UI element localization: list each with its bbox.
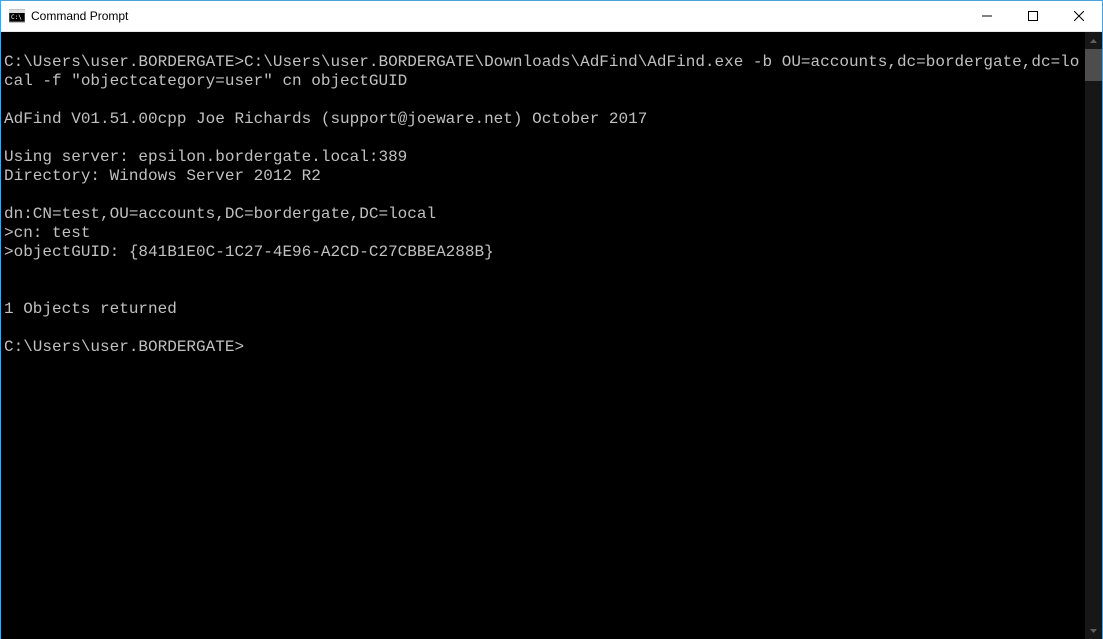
terminal-line xyxy=(4,34,1085,53)
svg-text:C:\: C:\ xyxy=(11,14,22,21)
titlebar[interactable]: C:\ Command Prompt xyxy=(1,1,1102,32)
terminal-line: AdFind V01.51.00cpp Joe Richards (suppor… xyxy=(4,110,1085,129)
window-controls xyxy=(964,1,1102,31)
terminal-line xyxy=(4,262,1085,281)
terminal-area: C:\Users\user.BORDERGATE>C:\Users\user.B… xyxy=(1,32,1102,639)
terminal-line: 1 Objects returned xyxy=(4,300,1085,319)
terminal-line: C:\Users\user.BORDERGATE> xyxy=(4,338,1085,357)
terminal-line: >cn: test xyxy=(4,224,1085,243)
close-button[interactable] xyxy=(1056,1,1102,31)
scroll-thumb[interactable] xyxy=(1085,49,1102,81)
terminal-content[interactable]: C:\Users\user.BORDERGATE>C:\Users\user.B… xyxy=(1,32,1085,639)
terminal-line xyxy=(4,319,1085,338)
vertical-scrollbar[interactable] xyxy=(1085,32,1102,639)
minimize-button[interactable] xyxy=(964,1,1010,31)
window-title: Command Prompt xyxy=(31,9,128,23)
terminal-line: dn:CN=test,OU=accounts,DC=bordergate,DC=… xyxy=(4,205,1085,224)
maximize-button[interactable] xyxy=(1010,1,1056,31)
cmd-icon: C:\ xyxy=(9,8,25,24)
terminal-line: C:\Users\user.BORDERGATE>C:\Users\user.B… xyxy=(4,53,1085,91)
terminal-line: >objectGUID: {841B1E0C-1C27-4E96-A2CD-C2… xyxy=(4,243,1085,262)
terminal-line: Directory: Windows Server 2012 R2 xyxy=(4,167,1085,186)
terminal-line xyxy=(4,186,1085,205)
terminal-line xyxy=(4,91,1085,110)
terminal-line xyxy=(4,129,1085,148)
scroll-down-button[interactable] xyxy=(1085,622,1102,639)
scroll-track[interactable] xyxy=(1085,49,1102,622)
terminal-line xyxy=(4,281,1085,300)
terminal-line: Using server: epsilon.bordergate.local:3… xyxy=(4,148,1085,167)
scroll-up-button[interactable] xyxy=(1085,32,1102,49)
